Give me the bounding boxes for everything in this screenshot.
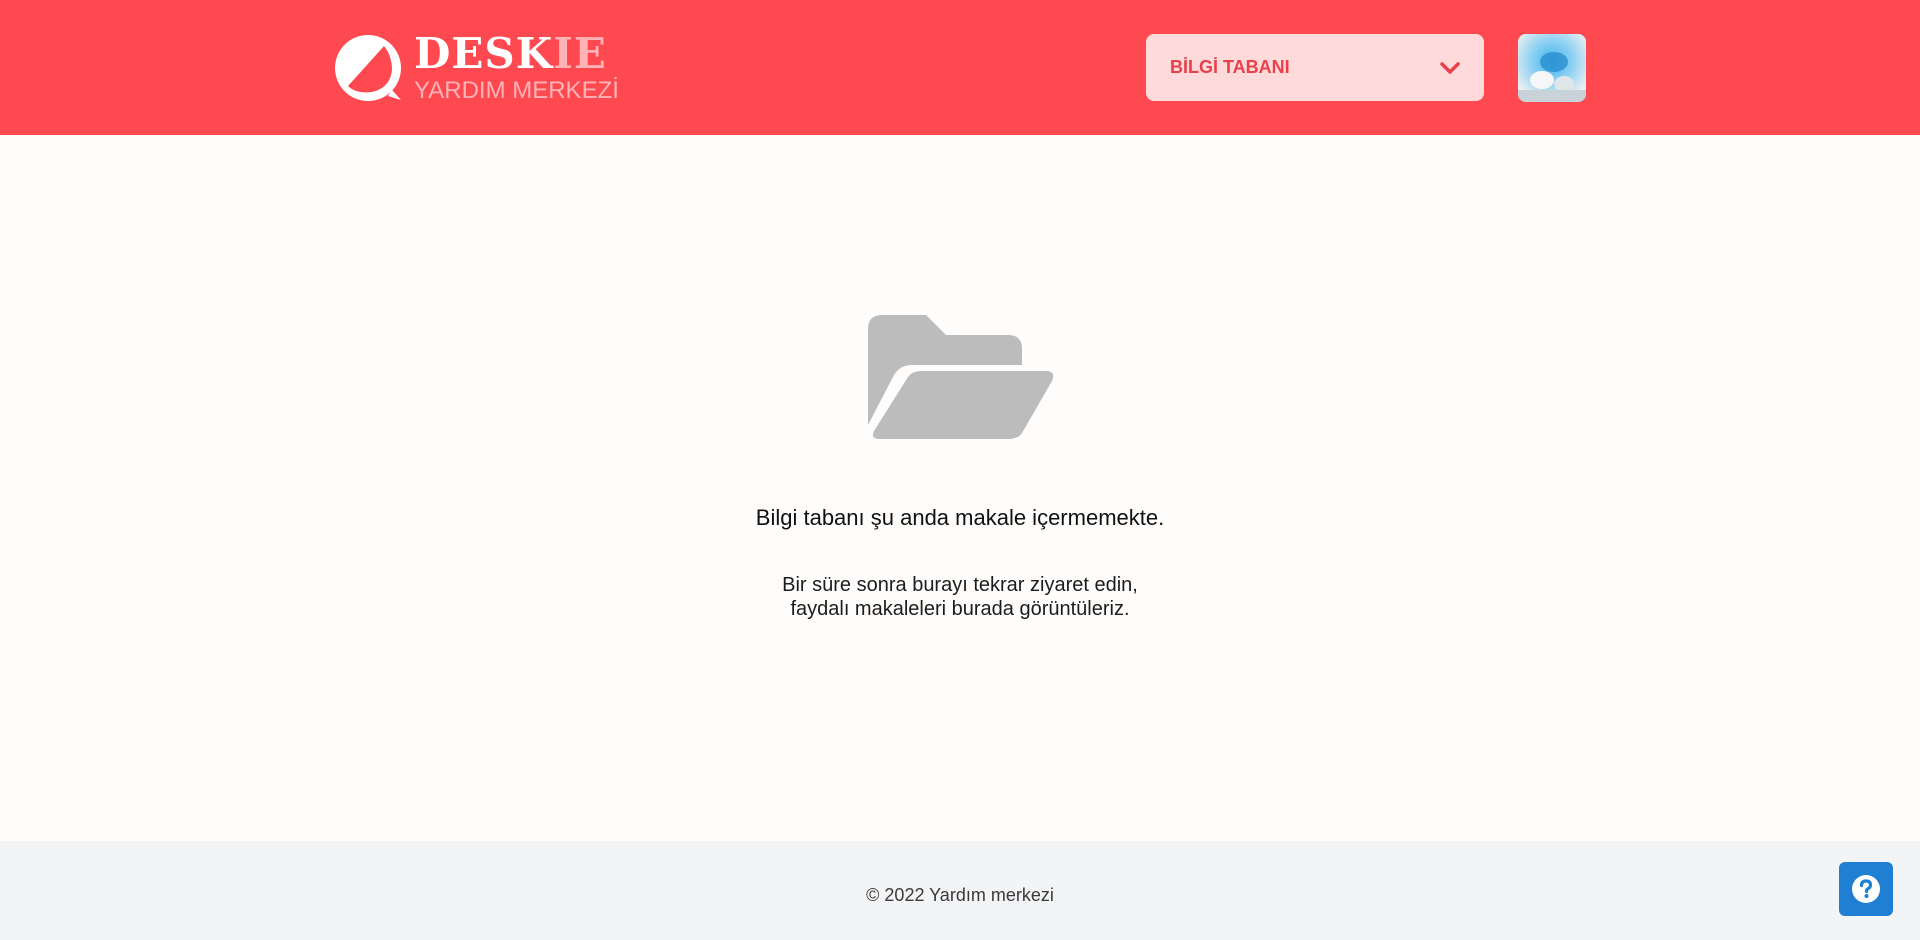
brand-subtitle: YARDIM MERKEZİ: [414, 77, 619, 104]
site-footer: © 2022 Yardım merkezi: [0, 841, 1920, 940]
user-avatar[interactable]: [1518, 34, 1586, 102]
chevron-down-icon: [1440, 61, 1460, 74]
help-button[interactable]: [1839, 862, 1893, 916]
brand-logo-link[interactable]: DESKIE YARDIM MERKEZİ: [334, 33, 619, 105]
brand-name: DESKIE: [414, 33, 619, 75]
chat-bubble-logo-icon: [335, 35, 401, 101]
empty-state: Bilgi tabanı şu anda makale içermemekte.…: [0, 135, 1920, 841]
folder-open-icon: [868, 315, 1054, 439]
brand-text: DESKIE YARDIM MERKEZİ: [414, 33, 619, 105]
empty-state-line-2: faydalı makaleleri burada görüntüleriz.: [790, 598, 1130, 620]
brand-name-accent: IE: [553, 29, 607, 78]
brand-name-main: DESK: [414, 29, 554, 78]
footer-copyright: © 2022 Yardım merkezi: [866, 885, 1054, 905]
question-circle-icon: [1852, 875, 1880, 903]
empty-state-line-1: Bir süre sonra burayı tekrar ziyaret edi…: [782, 574, 1138, 596]
knowledge-base-dropdown-label: BİLGİ TABANI: [1170, 57, 1290, 77]
site-header: DESKIE YARDIM MERKEZİ BİLGİ TABANI: [0, 0, 1920, 135]
empty-state-title: Bilgi tabanı şu anda makale içermemekte.: [755, 505, 1165, 530]
knowledge-base-dropdown[interactable]: BİLGİ TABANI: [1146, 34, 1484, 101]
empty-state-description: Bir süre sonra burayı tekrar ziyaret edi…: [0, 573, 1920, 621]
avatar-image: [1518, 34, 1586, 102]
